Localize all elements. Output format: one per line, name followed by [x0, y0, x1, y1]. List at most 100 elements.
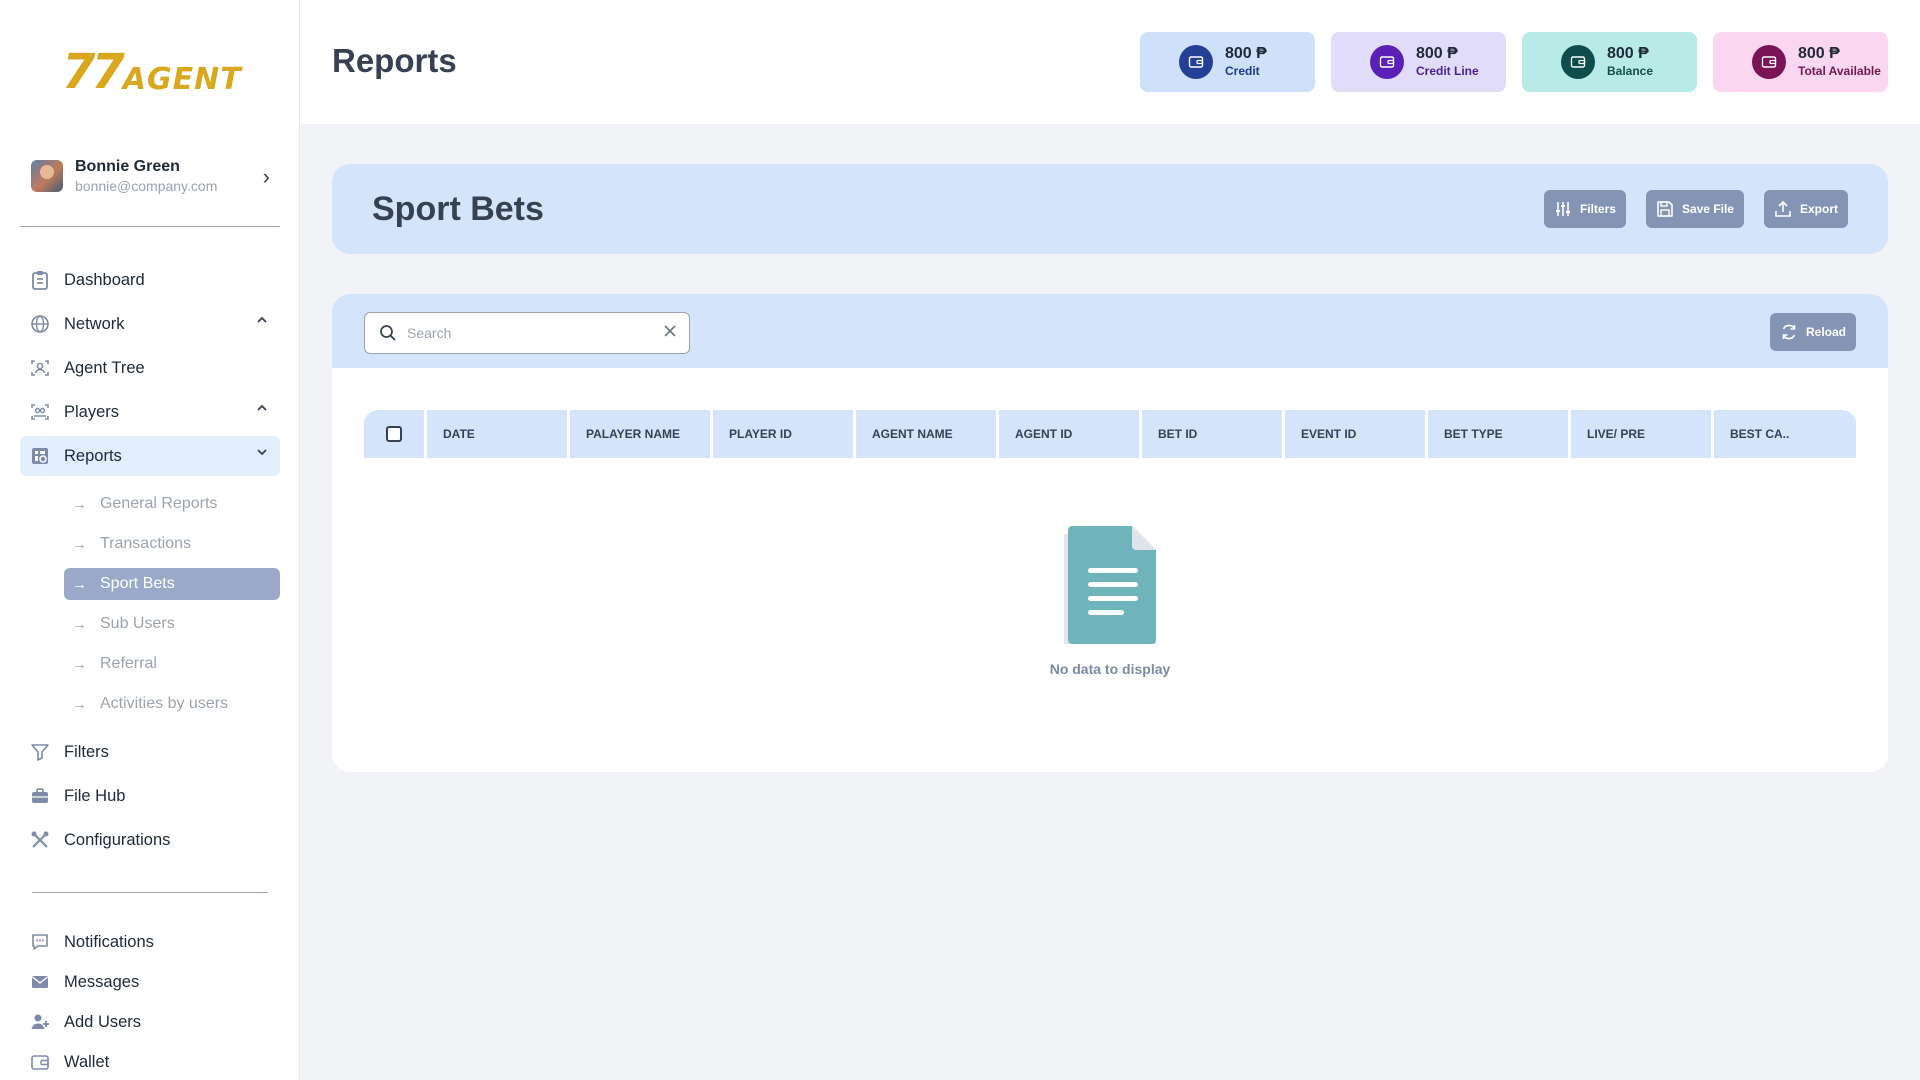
sidebar: 77 AGENT Bonnie Green bonnie@company.com… [0, 0, 300, 1080]
card-amount: 800 ₱ [1225, 45, 1267, 62]
empty-message: No data to display [1049, 661, 1171, 677]
search-icon [379, 324, 397, 342]
sport-bets-table-panel: Reload DATE PALAYER NAME PLAYER ID AGENT… [332, 294, 1888, 772]
secondary-nav: Filters File Hub Configurations [20, 732, 280, 864]
arrow-right-icon: → [72, 575, 87, 593]
main-nav: Dashboard Network Agent Tree Players Rep… [20, 260, 280, 480]
chevron-up-icon[interactable] [256, 313, 268, 329]
nav-item-dashboard[interactable]: Dashboard [20, 260, 280, 300]
nav-label: Agent Tree [64, 358, 145, 377]
credit-card[interactable]: 800 ₱ Credit [1140, 32, 1315, 92]
profile-name: Bonnie Green [75, 158, 180, 175]
globe-icon [29, 313, 51, 335]
nav-label: Players [64, 402, 120, 421]
filters-button[interactable]: Filters [1543, 190, 1626, 228]
page-title: Reports [332, 42, 457, 79]
column-header[interactable]: EVENT ID [1285, 410, 1425, 458]
arrow-right-icon: → [72, 495, 87, 513]
report-icon [29, 445, 51, 467]
card-label: Balance [1607, 64, 1654, 78]
nav-item-add-users[interactable]: Add Users [20, 1002, 280, 1042]
nav-item-filters[interactable]: Filters [20, 732, 280, 772]
column-header[interactable]: BEST CA.. [1714, 410, 1856, 458]
nav-item-notifications[interactable]: Notifications [20, 922, 280, 962]
nav-label: Add Users [64, 1012, 142, 1031]
briefcase-icon [29, 785, 51, 807]
filter-icon [29, 741, 51, 763]
nav-item-reports[interactable]: Reports [20, 436, 280, 476]
nav-label: Messages [64, 972, 140, 991]
nav-item-configurations[interactable]: Configurations [20, 820, 280, 860]
credit-line-card[interactable]: 800 ₱ Credit Line [1331, 32, 1506, 92]
column-header[interactable]: LIVE/ PRE [1571, 410, 1711, 458]
subnav-sport-bets[interactable]: → Sport Bets [64, 568, 280, 600]
total-available-card[interactable]: 800 ₱ Total Available [1713, 32, 1888, 92]
export-button[interactable]: Export [1763, 190, 1848, 228]
nav-item-wallet[interactable]: Wallet [20, 1042, 280, 1080]
top-header: Reports 800 ₱ Credit 800 ₱ Credit Line 8… [300, 0, 1920, 124]
subnav-transactions[interactable]: → Transactions [64, 528, 280, 560]
reload-button[interactable]: Reload [1769, 313, 1856, 351]
nav-label: Dashboard [64, 270, 145, 289]
nav-item-players[interactable]: Players [20, 392, 280, 432]
save-file-button[interactable]: Save File [1645, 190, 1744, 228]
divider [32, 892, 268, 893]
search-input[interactable] [407, 325, 647, 341]
brand-logo[interactable]: 77 AGENT [62, 42, 242, 98]
column-header[interactable]: BET ID [1142, 410, 1282, 458]
sliders-icon [1554, 200, 1572, 218]
column-header[interactable]: PLAYER ID [713, 410, 853, 458]
nav-item-agent-tree[interactable]: Agent Tree [20, 348, 280, 388]
clear-icon[interactable] [663, 324, 677, 343]
subnav-label: Transactions [100, 535, 191, 552]
nav-label: Filters [64, 742, 109, 761]
column-header[interactable]: AGENT ID [999, 410, 1139, 458]
subnav-sub-users[interactable]: → Sub Users [64, 608, 280, 640]
subnav-general-reports[interactable]: → General Reports [64, 488, 280, 520]
card-label: Credit [1225, 64, 1260, 78]
wallet-icon [1370, 45, 1404, 79]
nav-label: Reports [64, 446, 122, 465]
header-actions: Filters Save File Export [1543, 190, 1848, 228]
chat-icon [29, 931, 51, 953]
document-icon [1058, 524, 1162, 653]
nav-item-file-hub[interactable]: File Hub [20, 776, 280, 816]
button-label: Export [1799, 202, 1838, 216]
logo-mark: 77 [62, 44, 125, 100]
column-header[interactable]: AGENT NAME [856, 410, 996, 458]
button-label: Save File [1681, 202, 1734, 216]
upload-icon [1774, 200, 1792, 218]
arrow-right-icon: → [72, 615, 87, 633]
subnav-activities-by-users[interactable]: → Activities by users [64, 688, 280, 720]
nav-item-messages[interactable]: Messages [20, 962, 280, 1002]
nav-label: Network [64, 314, 125, 333]
wallet-icon [1752, 45, 1786, 79]
card-amount: 800 ₱ [1416, 45, 1458, 62]
chevron-right-icon[interactable]: › [263, 164, 270, 190]
save-icon [1656, 200, 1674, 218]
column-header[interactable]: BET TYPE [1428, 410, 1568, 458]
profile-email: bonnie@company.com [75, 178, 218, 194]
users-scan-icon [29, 401, 51, 423]
section-title: Sport Bets [372, 190, 544, 228]
button-label: Reload [1805, 325, 1846, 339]
subnav-label: Sport Bets [100, 575, 175, 592]
subnav-label: Sub Users [100, 615, 175, 632]
select-all-checkbox[interactable] [386, 426, 402, 442]
chevron-up-icon[interactable] [256, 401, 268, 417]
subnav-label: Referral [100, 655, 157, 672]
balance-card[interactable]: 800 ₱ Balance [1522, 32, 1697, 92]
column-header[interactable]: DATE [427, 410, 567, 458]
subnav-referral[interactable]: → Referral [64, 648, 280, 680]
user-profile[interactable]: Bonnie Green bonnie@company.com › [20, 150, 280, 202]
subnav-label: General Reports [100, 495, 218, 512]
card-label: Total Available [1798, 64, 1881, 78]
search-box[interactable] [364, 312, 690, 354]
nav-item-network[interactable]: Network [20, 304, 280, 344]
chevron-down-icon[interactable] [256, 445, 268, 461]
arrow-right-icon: → [72, 695, 87, 713]
card-amount: 800 ₱ [1607, 45, 1649, 62]
column-header[interactable]: PALAYER NAME [570, 410, 710, 458]
avatar [31, 160, 63, 192]
table-header-row: DATE PALAYER NAME PLAYER ID AGENT NAME A… [364, 410, 1856, 458]
